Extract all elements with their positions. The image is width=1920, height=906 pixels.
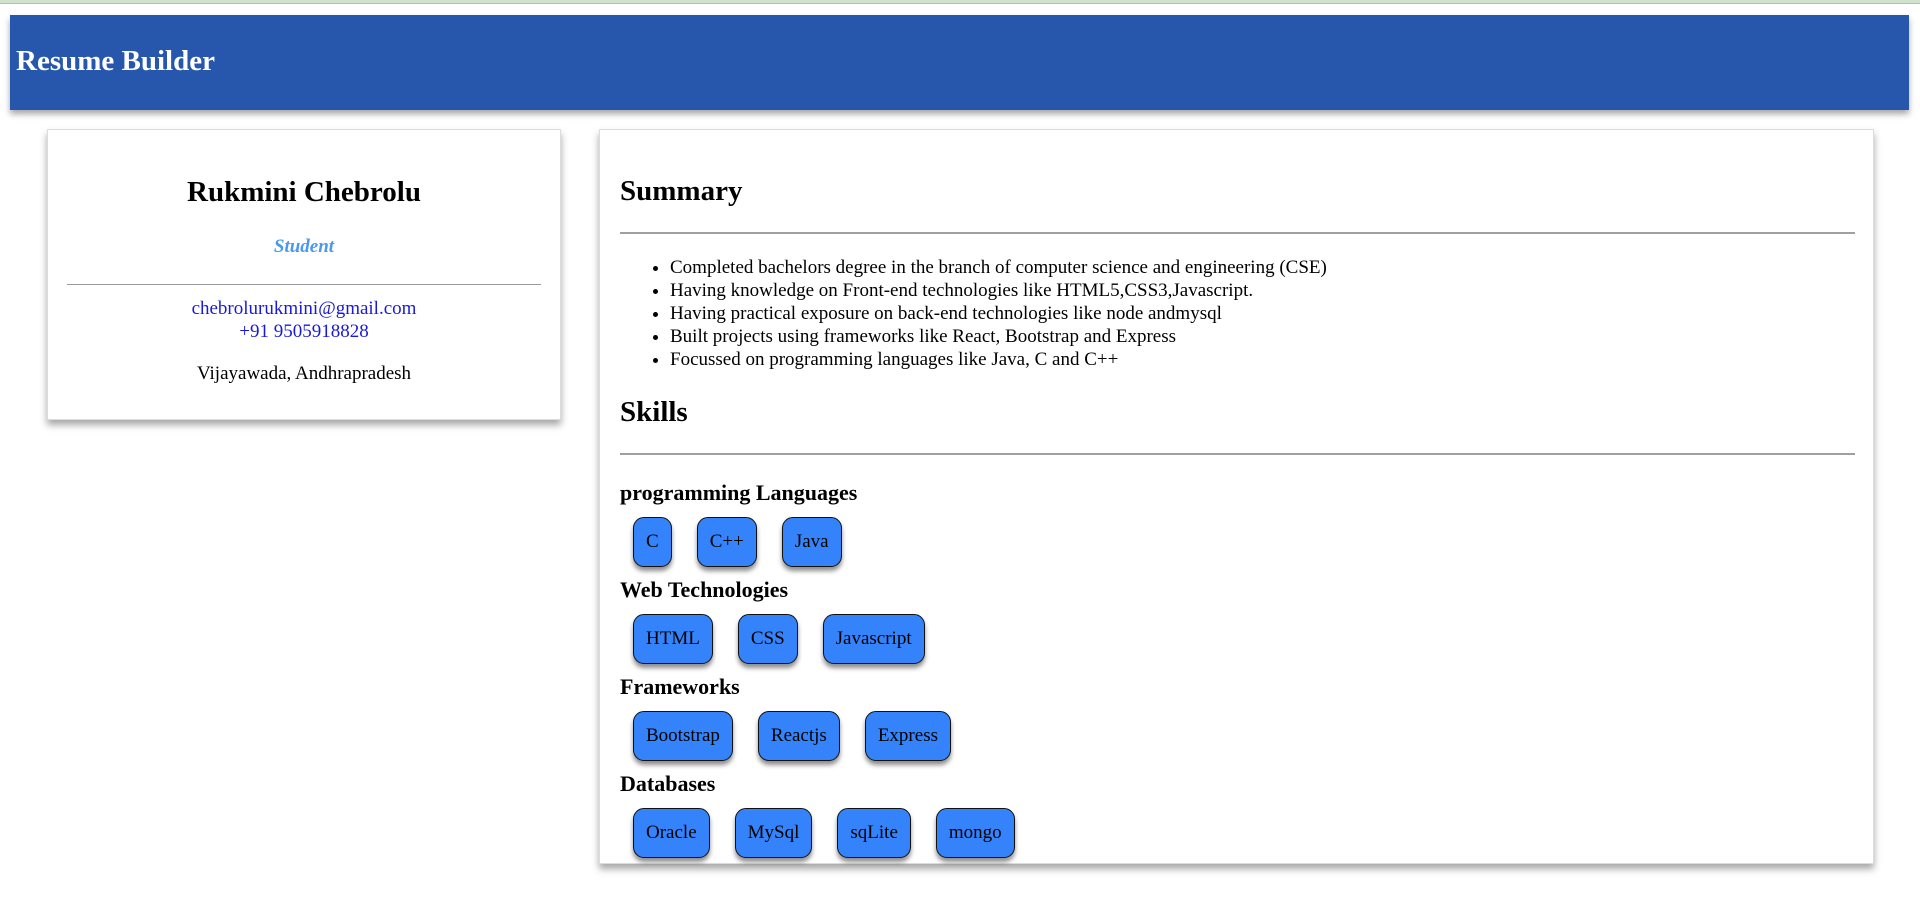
skill-chips-frameworks: Bootstrap Reactjs Express [633, 711, 951, 761]
profile-divider [67, 284, 541, 285]
profile-role: Student [273, 236, 335, 257]
email-link[interactable]: chebrolurukmini@gmail.com [48, 298, 560, 321]
skill-chip-cpp[interactable]: C++ [696, 517, 757, 567]
summary-item: Having knowledge on Front-end technologi… [670, 279, 1327, 302]
skill-chip-sqlite[interactable]: sqLite [837, 808, 911, 858]
phone-link[interactable]: +91 9505918828 [48, 321, 560, 344]
app-title: Resume Builder [16, 45, 215, 77]
skill-chip-html[interactable]: HTML [633, 614, 713, 664]
skill-chip-express[interactable]: Express [864, 711, 951, 761]
skill-chips-databases: Oracle MySql sqLite mongo [633, 808, 1015, 858]
skills-heading: Skills [620, 396, 688, 428]
skill-chip-mongo[interactable]: mongo [935, 808, 1015, 858]
skill-chip-bootstrap[interactable]: Bootstrap [633, 711, 733, 761]
skill-group-title-frameworks: Frameworks [620, 674, 740, 699]
summary-item: Completed bachelors degree in the branch… [670, 256, 1327, 279]
browser-top-strip [0, 0, 1920, 4]
skill-chips-web-technologies: HTML CSS Javascript [633, 614, 925, 664]
skill-chip-css[interactable]: CSS [737, 614, 798, 664]
summary-heading: Summary [620, 175, 743, 207]
skill-chips-programming-languages: C C++ Java [633, 517, 842, 567]
skill-group-title-web-technologies: Web Technologies [620, 577, 789, 602]
summary-divider [620, 232, 1855, 234]
profile-name: Rukmini Chebrolu [187, 176, 421, 208]
skill-chip-javascript[interactable]: Javascript [822, 614, 925, 664]
skill-group-title-programming-languages: programming Languages [620, 480, 858, 505]
skill-chip-c[interactable]: C [633, 517, 672, 567]
skill-chip-java[interactable]: Java [781, 517, 842, 567]
profile-location: Vijayawada, Andhrapradesh [196, 363, 412, 384]
skill-group-title-databases: Databases [620, 771, 716, 796]
skill-chip-mysql[interactable]: MySql [734, 808, 813, 858]
summary-item: Having practical exposure on back-end te… [670, 302, 1327, 325]
app-header: Resume Builder [10, 15, 1909, 110]
skill-chip-oracle[interactable]: Oracle [633, 808, 710, 858]
skill-chip-reactjs[interactable]: Reactjs [757, 711, 840, 761]
summary-item: Focussed on programming languages like J… [670, 348, 1327, 371]
summary-list: Completed bachelors degree in the branch… [620, 256, 1327, 371]
skills-divider [620, 453, 1855, 455]
profile-card: Rukmini Chebrolu Student chebrolurukmini… [47, 129, 561, 420]
summary-item: Built projects using frameworks like Rea… [670, 325, 1327, 348]
resume-content-card: Summary Completed bachelors degree in th… [599, 129, 1874, 864]
